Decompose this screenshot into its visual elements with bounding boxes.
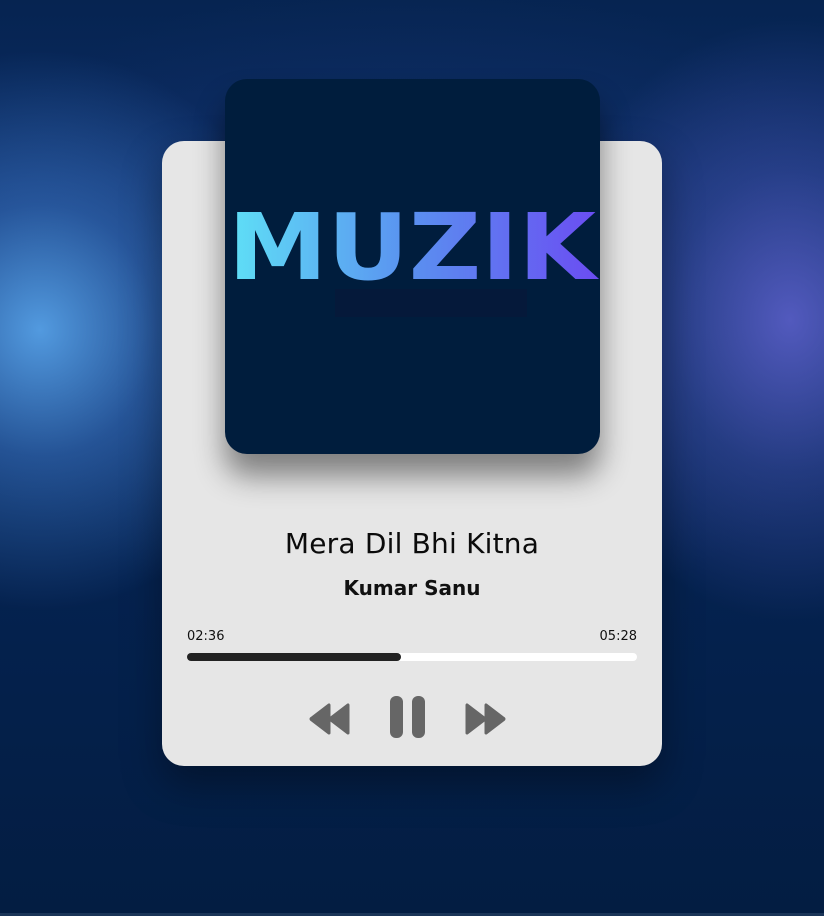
- progress-bar[interactable]: [187, 653, 637, 661]
- album-cover: MUZIK: [225, 79, 600, 454]
- track-title: Mera Dil Bhi Kitna: [284, 527, 540, 560]
- total-time: 05:28: [599, 629, 637, 644]
- muzik-logo: MUZIK: [228, 194, 600, 317]
- logo-text: MUZIK: [228, 194, 600, 301]
- pause-icon: [390, 696, 425, 738]
- current-time: 02:36: [187, 629, 225, 644]
- progress-fill: [187, 653, 402, 661]
- fast-forward-icon: [465, 703, 506, 735]
- next-button[interactable]: [464, 701, 506, 737]
- previous-button[interactable]: [309, 701, 351, 737]
- track-artist: Kumar Sanu: [343, 576, 481, 600]
- rewind-icon: [309, 703, 350, 735]
- pause-button[interactable]: [388, 694, 428, 740]
